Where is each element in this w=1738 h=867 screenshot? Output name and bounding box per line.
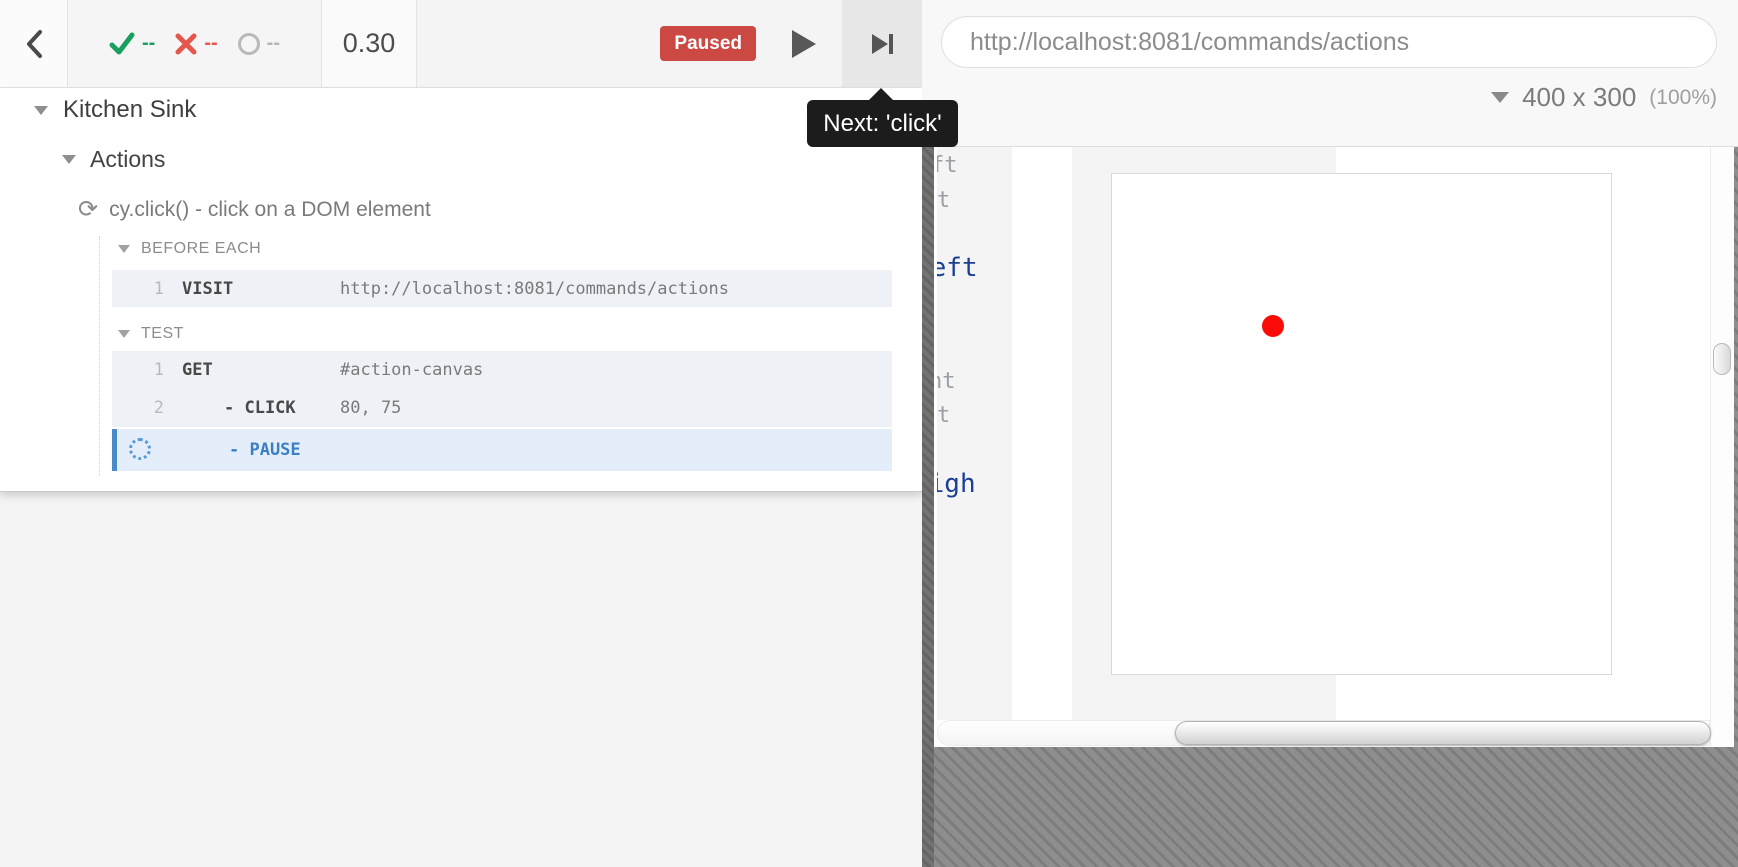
back-button[interactable] xyxy=(0,0,68,87)
failed-count: -- xyxy=(204,32,217,55)
command-log: Kitchen Sink Actions ⟳ cy.click() - clic… xyxy=(0,88,922,492)
section-label: BEFORE EACH xyxy=(141,240,261,258)
command-visit[interactable]: 1 VISIT http://localhost:8081/commands/a… xyxy=(112,270,892,307)
command-method: - PAUSE xyxy=(229,440,301,460)
test-cy-click[interactable]: ⟳ cy.click() - click on a DOM element xyxy=(78,198,431,222)
section-label: TEST xyxy=(141,325,184,343)
chevron-left-icon xyxy=(25,29,43,59)
overflow-stripe-area xyxy=(934,747,1738,867)
command-message: #action-canvas xyxy=(340,360,483,380)
stat-failed: -- xyxy=(175,32,217,55)
next-step-tooltip: Next: 'click' xyxy=(807,100,958,147)
chevron-down-icon xyxy=(1491,92,1509,103)
command-message: http://localhost:8081/commands/actions xyxy=(340,279,729,299)
collapse-triangle-icon[interactable] xyxy=(118,330,130,338)
command-number: 1 xyxy=(142,360,164,380)
collapse-triangle-icon[interactable] xyxy=(62,155,76,164)
x-icon xyxy=(175,33,197,55)
next-step-button[interactable] xyxy=(842,0,922,87)
paused-badge: Paused xyxy=(660,26,756,61)
command-method: - CLICK xyxy=(224,398,296,418)
click-dot xyxy=(1262,315,1284,337)
stat-pending: -- xyxy=(238,32,280,55)
command-get[interactable]: 1 GET #action-canvas xyxy=(112,351,892,389)
suite-actions[interactable]: Actions xyxy=(62,146,165,173)
command-message: 80, 75 xyxy=(340,398,401,418)
vertical-scrollbar-thumb[interactable] xyxy=(1713,343,1731,375)
command-number: 1 xyxy=(142,279,164,299)
vertical-scrollbar[interactable] xyxy=(1710,147,1734,747)
section-test[interactable]: TEST xyxy=(118,325,184,343)
code-fragment: Left xyxy=(937,253,978,283)
horizontal-scrollbar-thumb[interactable] xyxy=(1175,721,1711,745)
aut-header: http://localhost:8081/commands/actions 4… xyxy=(922,0,1738,147)
reporter-pane: -- -- -- 0.30 Paused xyxy=(0,0,922,867)
code-fragment: ht xyxy=(937,369,956,394)
circle-outline-icon xyxy=(238,33,260,55)
code-fragment: Righ xyxy=(937,469,976,499)
suite-title: Actions xyxy=(90,146,165,173)
aut-url-bar[interactable]: http://localhost:8081/commands/actions xyxy=(941,16,1717,68)
collapse-triangle-icon[interactable] xyxy=(118,245,130,253)
command-method: VISIT xyxy=(182,279,233,299)
indent-guide xyxy=(99,236,100,476)
suite-title: Kitchen Sink xyxy=(63,96,196,124)
cypress-runner-window: -- -- -- 0.30 Paused xyxy=(0,0,1738,867)
command-pause[interactable]: - PAUSE xyxy=(112,429,892,471)
code-fragment: ft xyxy=(937,153,958,178)
command-click[interactable]: 2 - CLICK 80, 75 xyxy=(112,389,892,427)
reporter-toolbar: -- -- -- 0.30 Paused xyxy=(0,0,922,88)
run-controls: Paused xyxy=(417,0,842,87)
command-method: GET xyxy=(182,360,213,380)
aut-iframe: ft t Left ht t Righ xyxy=(934,147,1734,747)
check-icon xyxy=(109,32,135,56)
horizontal-scrollbar[interactable] xyxy=(937,720,1710,746)
viewport-size: 400 x 300 xyxy=(1522,82,1636,113)
section-before-each[interactable]: BEFORE EACH xyxy=(118,240,261,258)
panel-resize-divider[interactable] xyxy=(922,147,934,867)
passed-count: -- xyxy=(142,32,155,55)
pending-count: -- xyxy=(267,32,280,55)
test-stats: -- -- -- xyxy=(68,0,322,87)
command-number: 2 xyxy=(142,398,164,418)
action-canvas[interactable] xyxy=(1111,173,1612,675)
code-fragment: t xyxy=(937,188,950,213)
viewport-scale: (100%) xyxy=(1649,86,1717,110)
play-icon[interactable] xyxy=(792,30,816,58)
collapse-triangle-icon[interactable] xyxy=(34,106,48,115)
dotted-spinner-icon xyxy=(129,438,151,460)
viewport-selector[interactable]: 400 x 300 (100%) xyxy=(1491,82,1717,113)
stat-passed: -- xyxy=(109,32,155,56)
overflow-stripe-edge xyxy=(1734,147,1738,747)
running-test-icon: ⟳ xyxy=(78,198,98,222)
code-block-left-edge: ft t Left ht t Righ xyxy=(937,147,1012,720)
suite-kitchen-sink[interactable]: Kitchen Sink xyxy=(34,96,196,124)
step-forward-icon xyxy=(872,34,893,54)
code-fragment: t xyxy=(937,403,950,428)
test-timer: 0.30 xyxy=(322,0,417,87)
test-title-text: cy.click() - click on a DOM element xyxy=(109,198,431,222)
